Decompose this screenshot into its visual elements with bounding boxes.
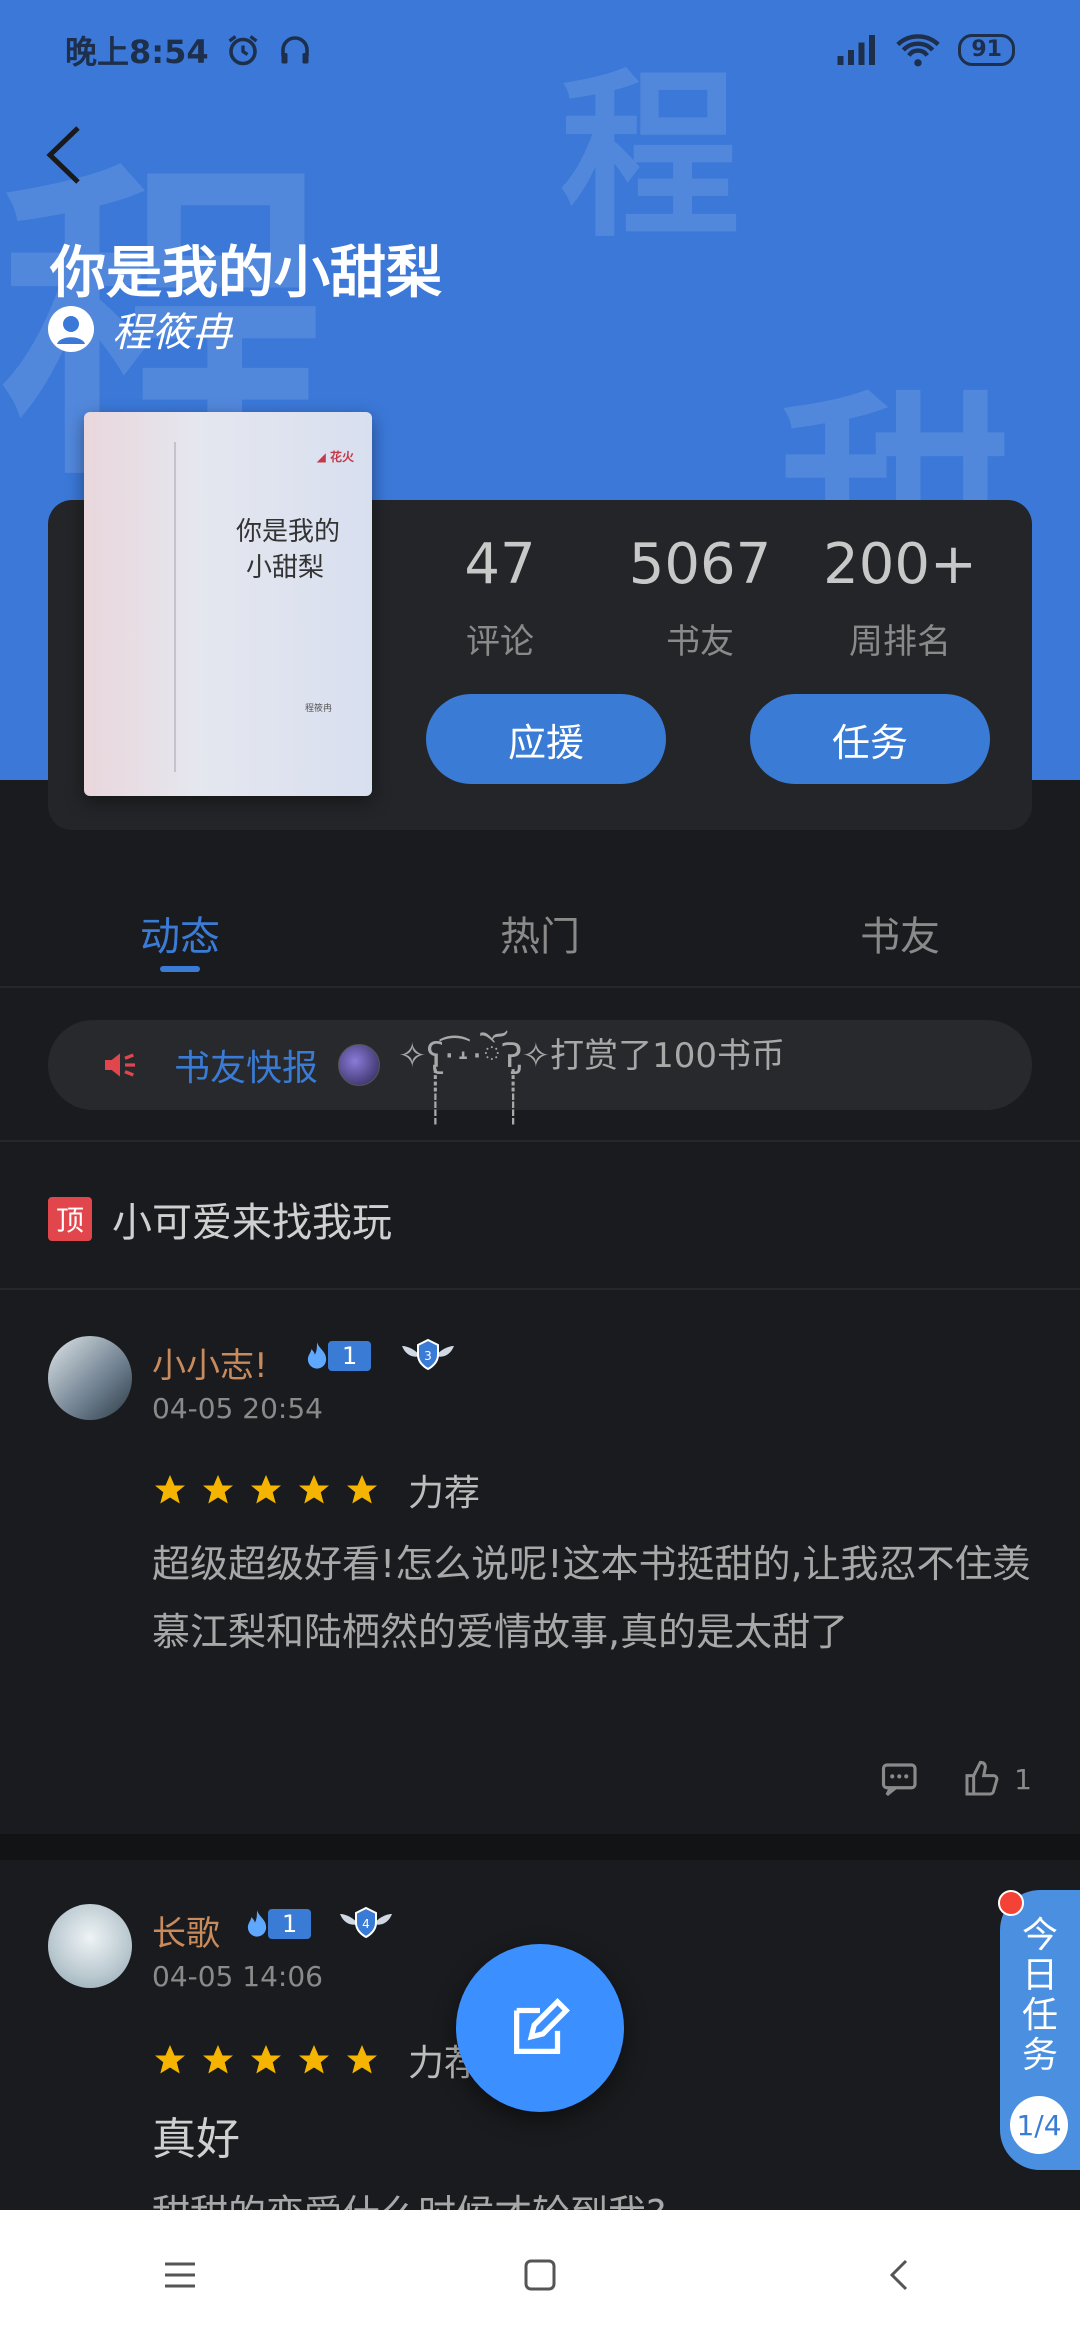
thumbs-up-icon <box>965 1760 999 1796</box>
divider <box>0 986 1080 988</box>
back-button[interactable] <box>40 120 90 190</box>
level-badge: 1 <box>242 1908 312 1940</box>
divider <box>0 1140 1080 1142</box>
star-icon <box>155 2045 185 2074</box>
user-icon <box>48 306 94 352</box>
book-stats: 47 评论 5067 书友 200+ 周排名 <box>400 530 1000 663</box>
stat-rank[interactable]: 200+ 周排名 <box>800 530 1000 663</box>
star-icon <box>347 1475 377 1504</box>
post-username[interactable]: 小小志! <box>152 1338 268 1387</box>
stat-label: 评论 <box>466 622 534 662</box>
post-actions: 1 <box>880 1758 1032 1800</box>
divider <box>0 1288 1080 1290</box>
wings-badge: 4 <box>336 1904 396 1944</box>
tab-activity[interactable]: 动态 <box>0 890 360 986</box>
support-button[interactable]: 应援 <box>426 694 666 784</box>
like-count: 1 <box>1014 1762 1032 1796</box>
pinned-badge: 顶 <box>48 1197 92 1241</box>
avatar[interactable] <box>48 1904 132 1988</box>
home-button[interactable] <box>510 2245 570 2305</box>
star-icon <box>347 2045 377 2074</box>
avatar[interactable] <box>48 1336 132 1420</box>
level-number: 1 <box>268 1909 312 1939</box>
task-widget-label: 今日任务 <box>1021 1915 1058 2076</box>
stat-label: 书友 <box>666 622 734 662</box>
square-icon <box>524 2259 556 2291</box>
post-content: 超级超级好看!怎么说呢!这本书挺甜的,让我忍不住羡慕江梨和陆栖然的爱情故事,真的… <box>152 1542 1031 1654</box>
task-button[interactable]: 任务 <box>750 694 990 784</box>
cover-decoration <box>174 442 176 772</box>
tab-hot[interactable]: 热门 <box>360 890 720 986</box>
comment-icon[interactable] <box>880 1758 922 1800</box>
cover-title-line: 你是我的 <box>235 517 340 547</box>
cover-title: 你是我的 小甜梨 <box>236 514 340 587</box>
stat-value: 47 <box>464 532 536 597</box>
badge-number: 3 <box>424 1349 432 1363</box>
notification-dot <box>998 1890 1024 1916</box>
task-progress: 1/4 <box>1010 2096 1068 2154</box>
status-time: 晚上8:54 <box>65 33 209 71</box>
author-name: 程筱冉 <box>112 310 232 356</box>
chevron-left-icon <box>889 2259 908 2291</box>
stat-comments[interactable]: 47 评论 <box>400 530 600 663</box>
badge-number: 4 <box>362 1917 370 1931</box>
star-icon <box>155 1475 185 1504</box>
star-icon <box>299 1475 329 1504</box>
rating-stars: 力荐 <box>152 2034 480 2086</box>
level-number: 1 <box>328 1341 372 1371</box>
chevron-left-icon <box>46 126 80 184</box>
news-user-avatar <box>338 1044 381 1086</box>
status-bar: 晚上8:54 91 <box>0 0 1080 100</box>
pinned-title: 小可爱来找我玩 <box>112 1200 392 1246</box>
cover-author: 程筱冉 <box>304 704 332 714</box>
edit-icon <box>514 1998 570 2054</box>
wings-badge: 3 <box>398 1336 458 1376</box>
tab-bar: 动态 热门 书友 <box>0 890 1080 986</box>
menu-icon <box>165 2262 195 2288</box>
nav-back-button[interactable] <box>870 2245 930 2305</box>
post-content-title: 真好 <box>152 2114 240 2165</box>
rating-stars: 力荐 <box>152 1464 480 1516</box>
post-username[interactable]: 长歌 <box>152 1906 220 1955</box>
star-icon <box>299 2045 329 2074</box>
author-row[interactable]: 程筱冉 <box>48 300 232 358</box>
post-date: 04-05 14:06 <box>152 1960 323 1993</box>
cover-title-line: 小甜梨 <box>245 553 324 584</box>
stat-value: 5067 <box>628 532 772 597</box>
star-icon <box>251 1475 281 1504</box>
daily-task-widget[interactable]: 今日任务 1/4 <box>998 1890 1080 2170</box>
signal-icon <box>837 35 876 65</box>
star-icon <box>251 2045 281 2074</box>
write-post-button[interactable] <box>456 1944 624 2112</box>
reader-news-ticker[interactable]: 书友快报 ✧ʕ̢̣̣̣̣̩̩̩̩·͡˔·ོɁ̡̣̣̣̣̩̩̩̩✧打赏了100书币 <box>48 1020 1032 1110</box>
stat-value: 200+ <box>823 532 977 597</box>
menu-button[interactable] <box>150 2245 210 2305</box>
news-text: ✧ʕ̢̣̣̣̣̩̩̩̩·͡˔·ོɁ̡̣̣̣̣̩̩̩̩✧打赏了100书币 <box>398 1036 786 1076</box>
level-badge: 1 <box>302 1340 372 1372</box>
star-icon <box>203 2045 233 2074</box>
stat-label: 周排名 <box>849 622 951 662</box>
headphones-icon <box>280 36 309 64</box>
speaker-icon <box>105 1053 135 1077</box>
pinned-post[interactable]: 顶 小可爱来找我玩 <box>48 1190 392 1248</box>
book-cover[interactable]: ◢ 花火 你是我的 小甜梨 程筱冉 <box>84 412 372 796</box>
tab-readers[interactable]: 书友 <box>720 890 1080 986</box>
stat-readers[interactable]: 5067 书友 <box>600 530 800 663</box>
wifi-icon <box>896 34 941 67</box>
section-separator <box>0 1834 1080 1860</box>
battery-indicator: 91 <box>958 34 1015 66</box>
like-button[interactable]: 1 <box>962 1759 1032 1799</box>
alarm-icon <box>228 35 258 66</box>
news-label: 书友快报 <box>174 1048 319 1089</box>
star-icon <box>203 1475 233 1504</box>
system-nav-bar <box>0 2210 1080 2340</box>
rating-label: 力荐 <box>408 1473 481 1514</box>
post-date: 04-05 20:54 <box>152 1392 323 1425</box>
cover-logo: ◢ 花火 <box>316 450 354 464</box>
book-title: 你是我的小甜梨 <box>50 241 442 306</box>
